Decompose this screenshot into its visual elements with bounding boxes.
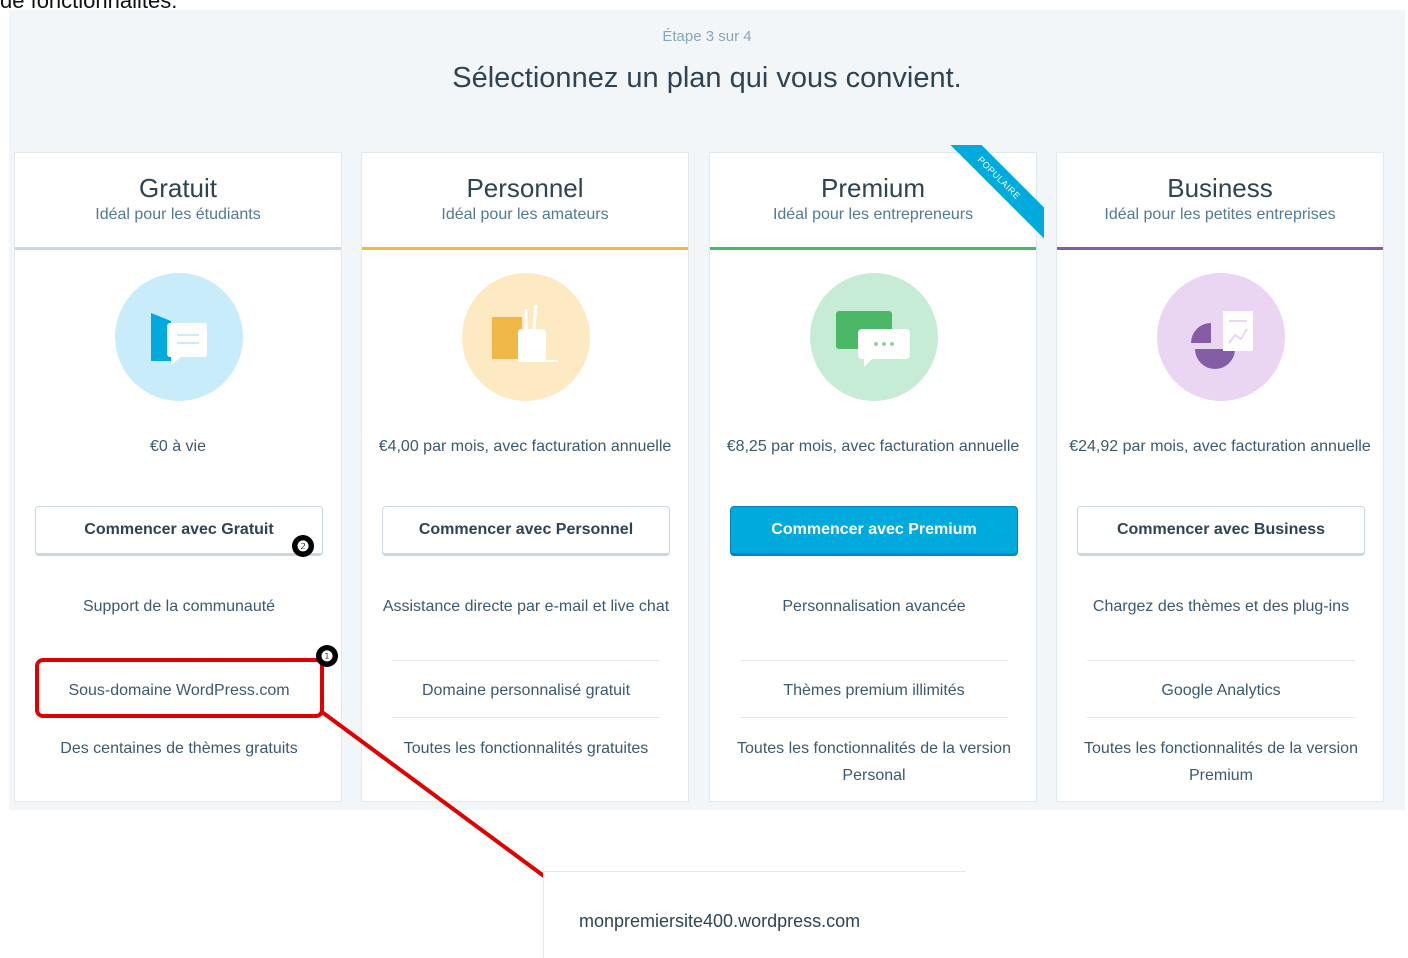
plan-header: Gratuit Idéal pour les étudiants (15, 153, 341, 250)
plan-feature: Chargez des thèmes et des plug-ins (1092, 598, 1350, 615)
feature-divider (740, 717, 1008, 718)
pencil-cup-icon (462, 273, 590, 401)
plan-feature: Des centaines de thèmes gratuits (60, 740, 298, 757)
plan-card-personnel: Personnel Idéal pour les amateurs €4,00 … (361, 152, 689, 802)
annotation-badge-2: ❷ (292, 535, 314, 557)
plan-name: Personnel (466, 173, 584, 203)
plan-price: €4,00 par mois, avec facturation annuell… (378, 438, 672, 455)
feature-divider (392, 660, 660, 661)
start-business-button[interactable]: Commencer avec Business (1077, 506, 1365, 556)
chat-bubbles-icon (115, 273, 243, 401)
plan-feature: Assistance directe par e-mail et live ch… (382, 598, 670, 615)
chat-window-icon (810, 273, 938, 401)
page-title: Sélectionnez un plan qui vous convient. (452, 62, 962, 94)
start-premium-button[interactable]: Commencer avec Premium (730, 506, 1018, 556)
plan-feature: Google Analytics (1161, 682, 1281, 699)
plan-feature: Thèmes premium illimités (783, 682, 965, 699)
plan-card-business: Business Idéal pour les petites entrepri… (1056, 152, 1384, 802)
feature-divider (1087, 660, 1355, 661)
plan-name: Business (1167, 173, 1273, 203)
plan-subtitle: Idéal pour les étudiants (95, 206, 261, 223)
plan-price: €0 à vie (149, 438, 207, 455)
plan-subtitle: Idéal pour les petites entreprises (1104, 206, 1336, 223)
plan-price: €24,92 par mois, avec facturation annuel… (1069, 438, 1371, 455)
feature-divider (1087, 717, 1355, 718)
popular-ribbon-label: POPULAIRE (944, 145, 1044, 239)
start-gratuit-button[interactable]: Commencer avec Gratuit (35, 506, 323, 556)
plan-feature: Support de la communauté (82, 598, 276, 615)
plan-feature: Personnalisation avancée (782, 598, 966, 615)
start-personnel-button[interactable]: Commencer avec Personnel (382, 506, 670, 556)
highlight-box (35, 658, 324, 718)
plan-name: Gratuit (138, 173, 218, 203)
plan-feature: Toutes les fonctionnalités de la version… (1084, 740, 1358, 784)
feature-divider (392, 717, 660, 718)
plan-feature: Toutes les fonctionnalités de la version… (737, 740, 1011, 784)
plan-card-premium: POPULAIRE Premium Idéal pour les entrepr… (709, 145, 1044, 802)
page: { "top_caption": "de fonctionnalités.", … (0, 0, 1408, 958)
subdomain-preview-text: monpremiersite400.wordpress.com (579, 911, 861, 931)
subdomain-preview-panel: monpremiersite400.wordpress.com (543, 871, 966, 958)
plan-feature: Domaine personnalisé gratuit (421, 682, 631, 699)
annotation-badge-1: ❶ (316, 645, 338, 667)
plan-header: Business Idéal pour les petites entrepri… (1057, 153, 1383, 250)
plan-subtitle: Idéal pour les amateurs (441, 206, 609, 223)
feature-divider (740, 660, 1008, 661)
pie-chart-report-icon (1157, 273, 1285, 401)
popular-ribbon: POPULAIRE (944, 145, 1044, 245)
plan-price: €8,25 par mois, avec facturation annuell… (726, 438, 1020, 455)
step-indicator: Étape 3 sur 4 (662, 28, 752, 45)
plan-feature: Toutes les fonctionnalités gratuites (403, 740, 649, 757)
plan-header: Personnel Idéal pour les amateurs (362, 153, 688, 250)
